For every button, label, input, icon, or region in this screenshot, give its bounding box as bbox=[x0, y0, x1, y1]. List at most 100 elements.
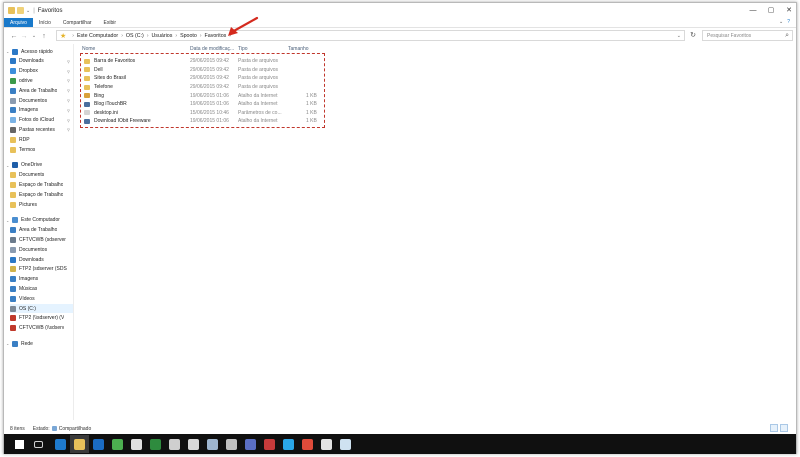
tab-exibir[interactable]: Exibir bbox=[98, 18, 123, 27]
skype-icon bbox=[283, 438, 294, 450]
nav-item[interactable]: Dropbox ⚲ bbox=[10, 67, 73, 76]
column-type[interactable]: Tipo bbox=[238, 46, 248, 52]
crumb-separator[interactable]: › bbox=[200, 33, 202, 39]
taskbar-button[interactable] bbox=[70, 435, 89, 453]
taskbar-button[interactable] bbox=[260, 435, 279, 453]
taskbar-button[interactable] bbox=[279, 435, 298, 453]
maximize-button[interactable]: ▢ bbox=[762, 3, 780, 17]
new-folder-icon[interactable] bbox=[17, 7, 24, 14]
taskbar-button[interactable] bbox=[203, 435, 222, 453]
taskbar-button[interactable] bbox=[241, 435, 260, 453]
taskbar-button[interactable] bbox=[317, 435, 336, 453]
crumb-favoritos[interactable]: Favoritos bbox=[205, 33, 227, 39]
list-item[interactable]: desktop.ini 15/06/2015 10:46 Parâmetros de… bbox=[81, 109, 324, 118]
nav-item[interactable]: OS (C:) bbox=[10, 304, 73, 313]
properties-icon[interactable] bbox=[8, 7, 15, 14]
recent-locations-button[interactable]: ⌄ bbox=[29, 33, 39, 39]
nav-item[interactable]: FTP2 (sdserver (SDS bbox=[10, 265, 73, 274]
nav-item[interactable]: Músicas bbox=[10, 284, 73, 293]
nav-item[interactable]: Documents bbox=[10, 171, 73, 180]
taskbar-button[interactable] bbox=[165, 435, 184, 453]
nav-item[interactable]: Termos bbox=[10, 145, 73, 154]
large-icons-view-button[interactable] bbox=[780, 424, 788, 432]
address-row: ← → ⌄ ↑ ★ › Este Computador › OS (C:) › … bbox=[4, 29, 796, 43]
nav-item[interactable]: ⌄ OneDrive bbox=[6, 161, 73, 170]
column-date[interactable]: Data de modificaç... bbox=[190, 46, 234, 52]
crumb-usuarios[interactable]: Usuários bbox=[151, 33, 172, 39]
tab-compartilhar[interactable]: Compartilhar bbox=[57, 18, 98, 27]
crumb-os-c[interactable]: OS (C:) bbox=[126, 33, 144, 39]
search-input[interactable]: Pesquisar Favoritos ⌕ bbox=[702, 30, 793, 41]
tab-arquivo[interactable]: Arquivo bbox=[4, 18, 33, 27]
crumb-separator[interactable]: › bbox=[147, 33, 149, 39]
tab-inicio[interactable]: Início bbox=[33, 18, 57, 27]
nav-item[interactable]: ⌄ Acesso rápido bbox=[6, 47, 73, 56]
list-item[interactable]: Bing 19/06/2015 01:06 Atalho da Internet 1 … bbox=[81, 91, 324, 100]
taskbar-button[interactable] bbox=[222, 435, 241, 453]
nav-item[interactable]: Fotos do iCloud ⚲ bbox=[10, 116, 73, 125]
dropdown-icon[interactable]: ⌄ bbox=[26, 8, 30, 14]
nav-item[interactable]: Pastas recentes ⚲ bbox=[10, 125, 73, 134]
taskbar-button[interactable] bbox=[127, 435, 146, 453]
nav-item[interactable]: Área de Trabalho ⚲ bbox=[10, 86, 73, 95]
taskbar-button[interactable] bbox=[89, 435, 108, 453]
pictures-icon bbox=[10, 107, 16, 114]
nav-item[interactable]: Documentos bbox=[10, 245, 73, 254]
details-view-button[interactable] bbox=[770, 424, 778, 432]
list-item[interactable]: Dell 29/06/2015 09:42 Pasta de arquivos bbox=[81, 66, 324, 75]
start-icon bbox=[15, 439, 24, 449]
nav-item[interactable]: Espaço de Trabalho bbox=[10, 180, 73, 189]
help-icon[interactable]: ? bbox=[787, 19, 790, 25]
nav-item[interactable]: Vídeos bbox=[10, 294, 73, 303]
list-item[interactable]: Barra de Favoritos 29/06/2015 09:42 Pasta … bbox=[81, 57, 324, 66]
crumb-este-computador[interactable]: Este Computador bbox=[77, 33, 118, 39]
taskbar-button[interactable] bbox=[29, 435, 48, 453]
taskbar-button[interactable] bbox=[336, 435, 355, 453]
back-button[interactable]: ← bbox=[9, 33, 19, 40]
up-button[interactable]: ↑ bbox=[39, 33, 49, 40]
list-item[interactable]: Telefone 29/06/2015 09:42 Pasta de arquivo… bbox=[81, 83, 324, 92]
pin-icon: ⚲ bbox=[67, 58, 70, 64]
expand-ribbon-icon[interactable]: ⌄ bbox=[779, 19, 783, 25]
nav-item[interactable]: ⌄ Este Computador bbox=[6, 216, 73, 225]
taskbar-button[interactable] bbox=[10, 435, 29, 453]
taskbar-button[interactable] bbox=[146, 435, 165, 453]
nav-item[interactable]: FTP2 (\\sdserver) (V bbox=[10, 314, 73, 323]
forward-button[interactable]: → bbox=[19, 33, 29, 40]
list-item[interactable]: Sites do Brasil 29/06/2015 09:42 Pasta de … bbox=[81, 74, 324, 83]
list-item[interactable]: Blog iTouchBR 19/06/2015 01:06 Atalho da I… bbox=[81, 100, 324, 109]
crumb-spooto[interactable]: Spooto bbox=[180, 33, 197, 39]
terminal-icon bbox=[169, 438, 180, 450]
nav-item[interactable]: Área de Trabalho bbox=[10, 226, 73, 235]
nav-item[interactable]: CFTVCWB (\\sdserv bbox=[10, 324, 73, 333]
cell-type: Atalho da Internet bbox=[238, 101, 278, 108]
refresh-button[interactable]: ↻ bbox=[688, 31, 698, 41]
taskbar-button[interactable] bbox=[184, 435, 203, 453]
nav-item[interactable]: Pictures bbox=[10, 200, 73, 209]
nav-item[interactable]: Documentos ⚲ bbox=[10, 96, 73, 105]
address-dropdown-icon[interactable]: ⌄ bbox=[677, 33, 681, 39]
nav-item[interactable]: Downloads bbox=[10, 255, 73, 264]
crumb-root-arrow[interactable]: › bbox=[72, 33, 74, 39]
quick-access-toolbar: ⌄ bbox=[8, 7, 30, 14]
nav-item[interactable]: Imagens ⚲ bbox=[10, 106, 73, 115]
column-size[interactable]: Tamanho bbox=[288, 46, 309, 52]
crumb-separator[interactable]: › bbox=[175, 33, 177, 39]
nav-item[interactable]: Downloads ⚲ bbox=[10, 57, 73, 66]
list-item[interactable]: Download IObit Freeware 19/06/2015 01:06 A… bbox=[81, 117, 324, 126]
close-button[interactable]: ✕ bbox=[780, 3, 798, 17]
nav-item[interactable]: odrive ⚲ bbox=[10, 76, 73, 85]
nav-item[interactable]: ⌄ Rede bbox=[6, 339, 73, 348]
nav-item[interactable]: Espaço de Trabalho bbox=[10, 190, 73, 199]
list-header: Nome Data de modificaç... Tipo Tamanho bbox=[80, 44, 410, 53]
crumb-separator[interactable]: › bbox=[121, 33, 123, 39]
address-bar[interactable]: ★ › Este Computador › OS (C:) › Usuários… bbox=[56, 30, 685, 41]
column-name[interactable]: Nome bbox=[82, 46, 95, 52]
minimize-button[interactable]: — bbox=[744, 3, 762, 17]
nav-item[interactable]: RDP bbox=[10, 135, 73, 144]
taskbar-button[interactable] bbox=[298, 435, 317, 453]
taskbar-button[interactable] bbox=[108, 435, 127, 453]
nav-item[interactable]: Imagens bbox=[10, 275, 73, 284]
nav-item[interactable]: CFTVCWB (sdserver bbox=[10, 235, 73, 244]
taskbar-button[interactable] bbox=[51, 435, 70, 453]
